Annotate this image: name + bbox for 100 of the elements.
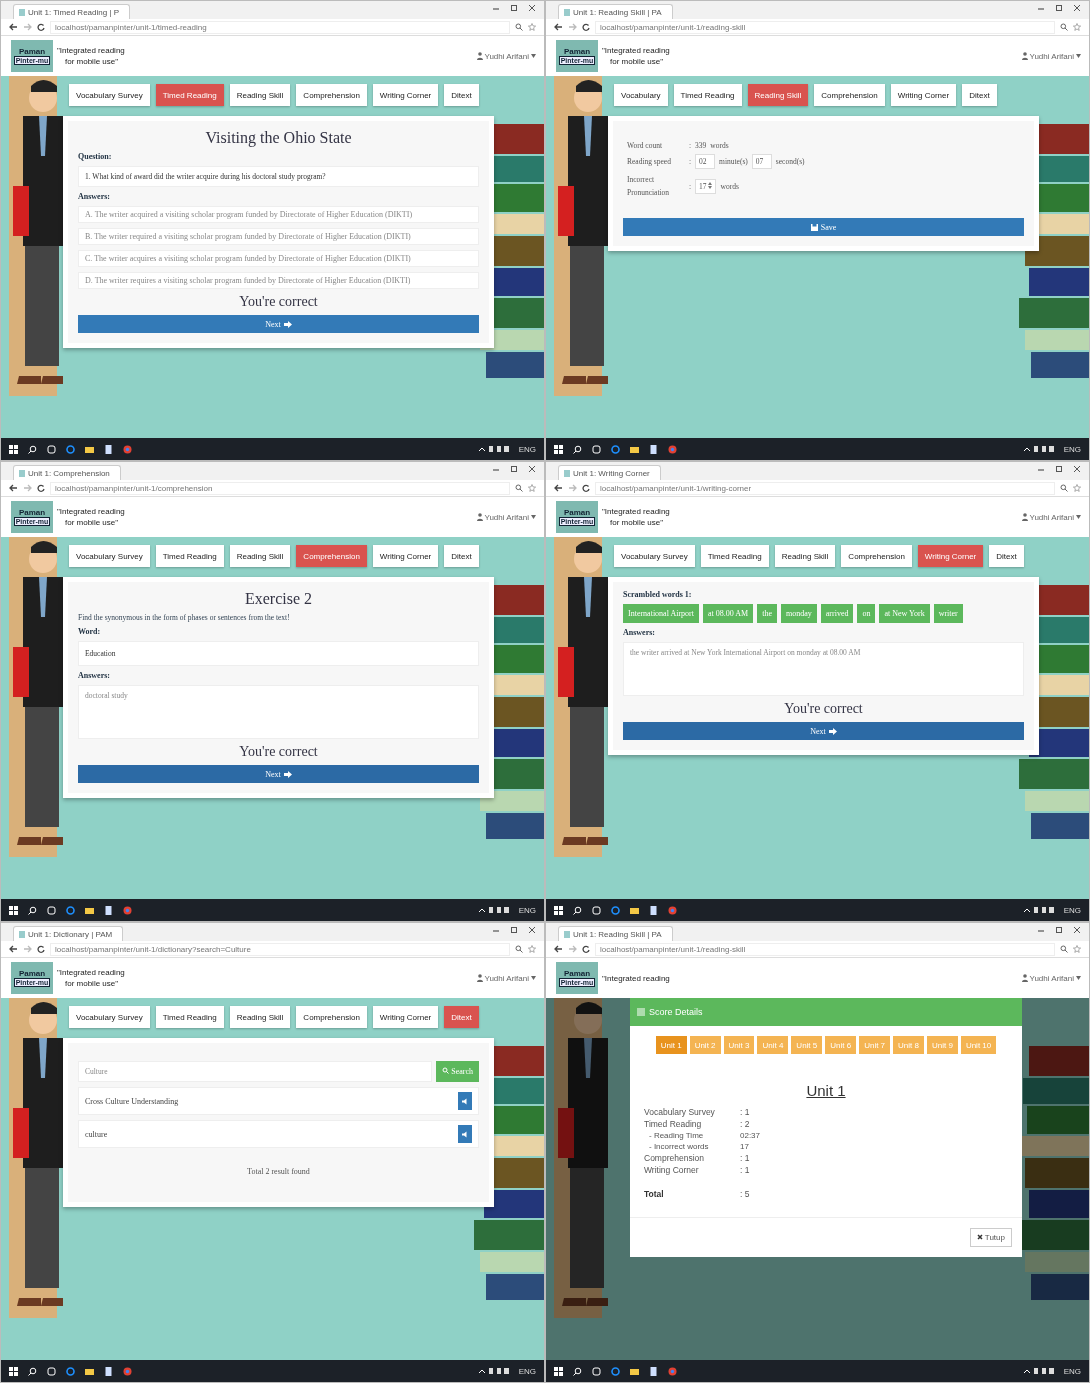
- zoom-icon[interactable]: [515, 23, 523, 31]
- document-icon[interactable]: [104, 905, 113, 915]
- browser-icon[interactable]: [66, 905, 75, 915]
- system-tray-icon[interactable]: [478, 445, 509, 453]
- star-icon[interactable]: [1073, 945, 1081, 953]
- close-icon[interactable]: [528, 465, 536, 473]
- back-icon[interactable]: [554, 484, 563, 492]
- nav-tab[interactable]: Comprehension: [841, 545, 912, 567]
- document-icon[interactable]: [104, 1366, 113, 1376]
- document-icon[interactable]: [649, 905, 658, 915]
- nav-tab[interactable]: Reading Skill: [747, 84, 809, 106]
- nav-tab[interactable]: Ditext: [444, 84, 479, 106]
- speaker-button[interactable]: [458, 1092, 472, 1110]
- user-menu[interactable]: Yudhi Arifani: [1021, 51, 1081, 61]
- nav-tab[interactable]: Vocabulary Survey: [69, 1006, 150, 1028]
- maximize-icon[interactable]: [1055, 926, 1063, 934]
- nav-tab[interactable]: Ditext: [962, 84, 997, 106]
- language-indicator[interactable]: ENG: [1063, 444, 1081, 454]
- user-menu[interactable]: Yudhi Arifani: [476, 973, 536, 983]
- language-indicator[interactable]: ENG: [518, 1366, 536, 1376]
- task-view-icon[interactable]: [592, 1366, 601, 1376]
- star-icon[interactable]: [528, 484, 536, 492]
- nav-tab[interactable]: Reading Skill: [774, 545, 836, 567]
- system-tray-icon[interactable]: [1023, 445, 1054, 453]
- search-icon[interactable]: [28, 905, 37, 915]
- reload-icon[interactable]: [582, 484, 590, 492]
- user-menu[interactable]: Yudhi Arifani: [1021, 512, 1081, 522]
- zoom-icon[interactable]: [1060, 945, 1068, 953]
- address-bar[interactable]: localhost/pamanpinter/unit-1/comprehension: [50, 481, 510, 495]
- next-button[interactable]: Next: [623, 722, 1024, 740]
- nav-tab[interactable]: Ditext: [444, 545, 479, 567]
- nav-tab[interactable]: Timed Reading: [700, 545, 769, 567]
- nav-tab[interactable]: Writing Corner: [890, 84, 957, 106]
- maximize-icon[interactable]: [1055, 465, 1063, 473]
- browser-tab[interactable]: Unit 1: Comprehension: [13, 465, 121, 480]
- windows-start-icon[interactable]: [9, 444, 18, 454]
- document-icon[interactable]: [649, 1366, 658, 1376]
- address-bar[interactable]: localhost/pamanpinter/unit-1/dictionary?search=Culture: [50, 942, 510, 956]
- close-icon[interactable]: [1073, 465, 1081, 473]
- nav-tab[interactable]: Writing Corner: [372, 545, 439, 567]
- system-tray-icon[interactable]: [478, 906, 509, 914]
- maximize-icon[interactable]: [510, 926, 518, 934]
- folder-icon[interactable]: [630, 905, 639, 915]
- reload-icon[interactable]: [582, 23, 590, 31]
- nav-tab[interactable]: Comprehension: [296, 84, 367, 106]
- star-icon[interactable]: [528, 23, 536, 31]
- nav-tab[interactable]: Timed Reading: [155, 1006, 224, 1028]
- close-icon[interactable]: [1073, 926, 1081, 934]
- search-icon[interactable]: [28, 1366, 37, 1376]
- nav-tab[interactable]: Writing Corner: [917, 545, 984, 567]
- star-icon[interactable]: [528, 945, 536, 953]
- search-icon[interactable]: [28, 444, 37, 454]
- folder-icon[interactable]: [630, 444, 639, 454]
- star-icon[interactable]: [1073, 484, 1081, 492]
- close-icon[interactable]: [1073, 4, 1081, 12]
- back-icon[interactable]: [554, 23, 563, 31]
- nav-tab[interactable]: Reading Skill: [229, 545, 291, 567]
- language-indicator[interactable]: ENG: [1063, 1366, 1081, 1376]
- address-bar[interactable]: localhost/pamanpinter/unit-1/writing-corner: [595, 481, 1055, 495]
- folder-icon[interactable]: [85, 444, 94, 454]
- task-view-icon[interactable]: [47, 1366, 56, 1376]
- language-indicator[interactable]: ENG: [1063, 905, 1081, 915]
- nav-tab[interactable]: Vocabulary: [614, 84, 668, 106]
- task-view-icon[interactable]: [592, 905, 601, 915]
- windows-start-icon[interactable]: [554, 905, 563, 915]
- user-menu[interactable]: Yudhi Arifani: [476, 51, 536, 61]
- windows-start-icon[interactable]: [554, 444, 563, 454]
- reload-icon[interactable]: [37, 484, 45, 492]
- language-indicator[interactable]: ENG: [518, 444, 536, 454]
- back-icon[interactable]: [9, 23, 18, 31]
- address-bar[interactable]: localhost/pamanpinter/unit-1/reading-skill: [595, 20, 1055, 34]
- search-icon[interactable]: [573, 905, 582, 915]
- system-tray-icon[interactable]: [478, 1367, 509, 1375]
- browser-tab[interactable]: Unit 1: Reading Skill | PA: [558, 926, 673, 941]
- nav-tab[interactable]: Timed Reading: [673, 84, 742, 106]
- maximize-icon[interactable]: [1055, 4, 1063, 12]
- windows-start-icon[interactable]: [9, 1366, 18, 1376]
- close-icon[interactable]: [528, 926, 536, 934]
- spinner-arrows-icon[interactable]: [708, 181, 713, 189]
- star-icon[interactable]: [1073, 23, 1081, 31]
- nav-tab[interactable]: Ditext: [989, 545, 1024, 567]
- answer-option[interactable]: C. The writer acquires a visiting scholar program funded by Directorate of Higher Education (DIKTI): [78, 250, 479, 267]
- back-icon[interactable]: [554, 945, 563, 953]
- browser-tab[interactable]: Unit 1: Dictionary | PAM: [13, 926, 124, 941]
- back-icon[interactable]: [9, 945, 18, 953]
- close-icon[interactable]: [528, 4, 536, 12]
- folder-icon[interactable]: [630, 1366, 639, 1376]
- answer-option[interactable]: D. The writer requires a visiting scholar program funded by Directorate of Higher Education (DIKTI): [78, 272, 479, 289]
- speaker-button[interactable]: [458, 1125, 472, 1143]
- reload-icon[interactable]: [37, 945, 45, 953]
- nav-tab[interactable]: Comprehension: [814, 84, 885, 106]
- address-bar[interactable]: localhost/pamanpinter/unit-1/reading-skill: [595, 942, 1055, 956]
- browser-tab[interactable]: Unit 1: Reading Skill | PA: [558, 4, 673, 19]
- user-menu[interactable]: Yudhi Arifani: [476, 512, 536, 522]
- save-button[interactable]: Save: [623, 218, 1024, 236]
- system-tray-icon[interactable]: [1023, 906, 1054, 914]
- user-menu[interactable]: Yudhi Arifani: [1021, 973, 1081, 983]
- nav-tab[interactable]: Reading Skill: [229, 1006, 291, 1028]
- nav-tab[interactable]: Vocabulary Survey: [614, 545, 695, 567]
- zoom-icon[interactable]: [515, 484, 523, 492]
